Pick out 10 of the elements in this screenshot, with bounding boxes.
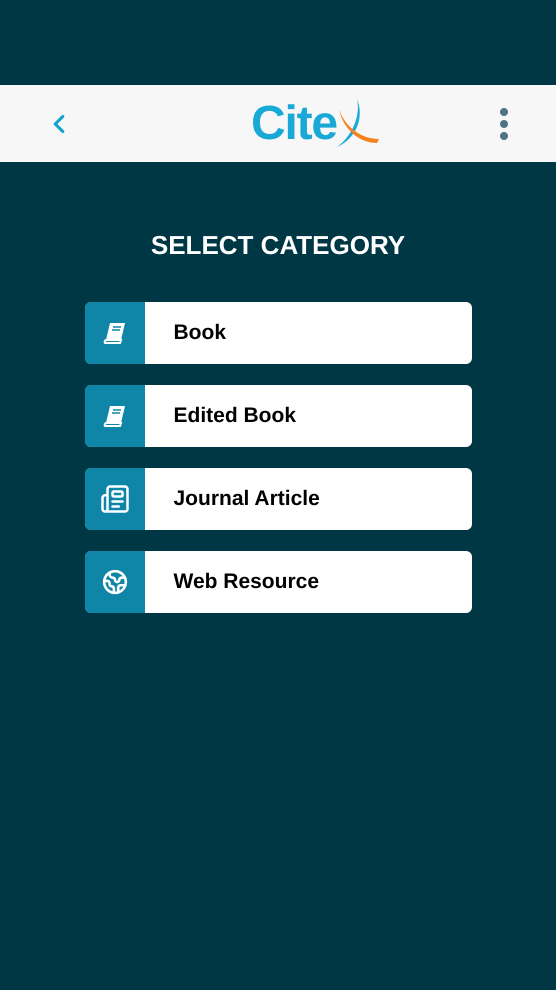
newspaper-icon [100,484,130,514]
category-button[interactable]: Web Resource [84,551,472,613]
logo-text: Cite [251,100,337,148]
category-button[interactable]: Journal Article [84,468,472,530]
globe-icon [102,569,128,595]
category-button[interactable]: Book [84,302,472,364]
page-title: SELECT CATEGORY [150,229,406,262]
book-icon [102,321,128,345]
book-icon [102,404,128,428]
category-button[interactable]: Edited Book [84,385,472,447]
